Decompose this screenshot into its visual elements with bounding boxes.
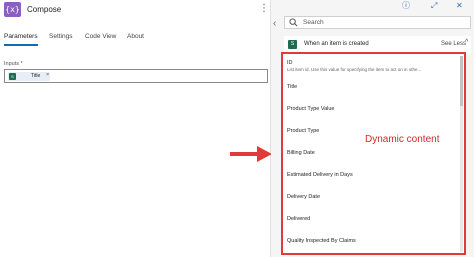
title-bar: {x} Compose ⋮ bbox=[0, 0, 270, 20]
list-item[interactable]: Delivered bbox=[287, 216, 310, 222]
list-item[interactable]: ID List item id. Use this value for spec… bbox=[287, 60, 421, 72]
list-item[interactable]: Title bbox=[287, 84, 297, 90]
item-title: Estimated Delivery in Days bbox=[287, 172, 353, 178]
tab-parameters[interactable]: Parameters bbox=[4, 33, 38, 46]
item-title: Product Type Value bbox=[287, 106, 335, 112]
search-input[interactable]: Search bbox=[284, 16, 471, 29]
tab-about[interactable]: About bbox=[127, 33, 144, 40]
tab-settings[interactable]: Settings bbox=[49, 33, 73, 40]
inputs-label: Inputs * bbox=[4, 61, 23, 67]
compose-panel: {x} Compose ⋮ Parameters Settings Code V… bbox=[0, 0, 272, 257]
list-item[interactable]: Product Type bbox=[287, 128, 319, 134]
action-title[interactable]: Compose bbox=[27, 5, 61, 14]
item-title: Product Type bbox=[287, 128, 320, 134]
dynamic-token[interactable]: S Title × bbox=[8, 72, 50, 81]
inputs-field[interactable]: S Title × bbox=[4, 69, 268, 83]
trigger-title: When an item is created bbox=[304, 41, 369, 47]
annotation-arrow-icon bbox=[230, 146, 272, 162]
search-icon bbox=[289, 18, 298, 27]
item-description: List item id. Use this value for specify… bbox=[287, 67, 422, 72]
item-title: Delivered bbox=[287, 216, 311, 222]
dynamic-content-list: ID List item id. Use this value for spec… bbox=[281, 52, 466, 255]
list-item[interactable]: Delivery Date bbox=[287, 194, 320, 200]
close-icon[interactable]: ✕ bbox=[456, 1, 463, 11]
collapse-panel-icon[interactable]: ‹ bbox=[273, 18, 276, 29]
scrollbar-thumb[interactable] bbox=[460, 56, 463, 106]
list-item[interactable]: Quality Inspected By Claims bbox=[287, 238, 356, 244]
list-item[interactable]: Product Type Value bbox=[287, 106, 335, 112]
chevron-up-icon[interactable]: ^ bbox=[465, 39, 468, 46]
tab-code-view[interactable]: Code View bbox=[85, 33, 116, 40]
item-title: Title bbox=[287, 84, 298, 90]
info-icon[interactable]: ⓘ bbox=[402, 1, 410, 11]
see-less-link[interactable]: See Less bbox=[441, 41, 466, 47]
sharepoint-icon: S bbox=[9, 73, 16, 80]
item-title: Delivery Date bbox=[287, 194, 321, 200]
expand-icon[interactable]: ⤢ bbox=[431, 1, 437, 11]
token-label: Title bbox=[31, 73, 41, 79]
item-title: Quality Inspected By Claims bbox=[287, 238, 356, 244]
more-options-icon[interactable]: ⋮ bbox=[259, 2, 269, 16]
list-item[interactable]: Estimated Delivery in Days bbox=[287, 172, 353, 178]
compose-app-icon: {x} bbox=[4, 2, 21, 17]
dynamic-content-panel: ⓘ ⤢ ✕ ‹ Search S When an item is created… bbox=[271, 0, 474, 257]
sharepoint-icon: S bbox=[288, 40, 297, 49]
search-placeholder: Search bbox=[303, 19, 324, 26]
remove-token-icon[interactable]: × bbox=[46, 72, 49, 78]
list-item[interactable]: Billing Date bbox=[287, 150, 315, 156]
item-title: ID bbox=[287, 60, 293, 66]
dynamic-content-annotation: Dynamic content bbox=[365, 134, 440, 145]
item-title: Billing Date bbox=[287, 150, 315, 156]
